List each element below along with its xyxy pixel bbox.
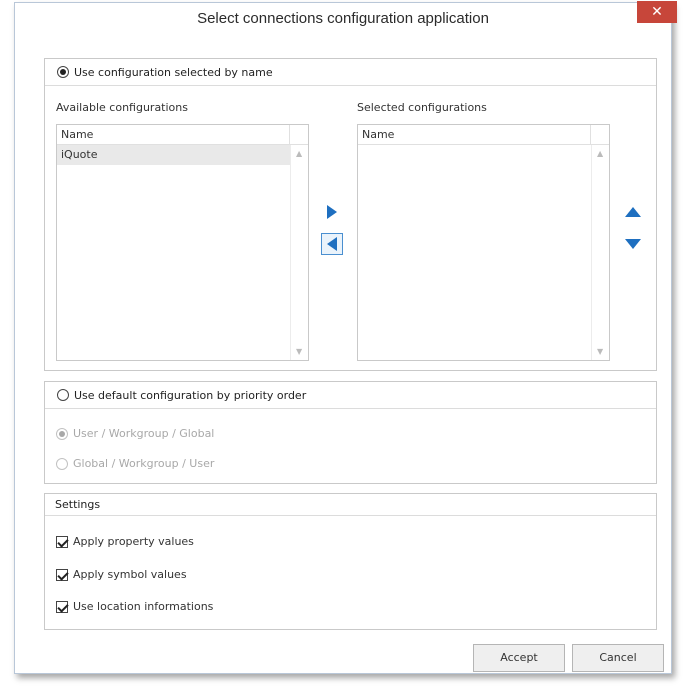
selected-scrollbar[interactable]: ▲ ▼ (591, 145, 609, 360)
selected-configurations-label: Selected configurations (357, 101, 487, 114)
apply-property-values-option[interactable]: Apply property values (56, 535, 194, 548)
apply-property-values-checkbox[interactable] (56, 535, 68, 548)
by-name-label: Use configuration selected by name (74, 65, 273, 79)
arrow-left-icon (327, 237, 337, 251)
close-button[interactable]: ✕ (637, 1, 677, 23)
priority-header: Use default configuration by priority or… (45, 382, 656, 409)
priority-option-label: User / Workgroup / Global (73, 427, 215, 440)
available-configurations-label: Available configurations (56, 101, 188, 114)
priority-label: Use default configuration by priority or… (74, 388, 307, 402)
arrow-down-icon (625, 239, 641, 249)
selected-list-header: Name (358, 125, 609, 145)
available-list-header: Name (57, 125, 308, 145)
apply-symbol-values-option[interactable]: Apply symbol values (56, 568, 187, 581)
available-name-column[interactable]: Name (57, 125, 290, 144)
by-name-group: Use configuration selected by name Avail… (44, 58, 657, 371)
priority-option-user-first[interactable]: User / Workgroup / Global (56, 427, 214, 440)
apply-symbol-values-label: Apply symbol values (73, 568, 187, 581)
scroll-down-icon[interactable]: ▼ (296, 347, 302, 356)
selected-list[interactable]: Name ▲ ▼ (357, 124, 610, 361)
by-name-header: Use configuration selected by name (45, 59, 656, 86)
accept-button[interactable]: Accept (473, 644, 565, 672)
by-name-radio[interactable] (57, 66, 69, 78)
priority-group: Use default configuration by priority or… (44, 381, 657, 484)
move-down-button[interactable] (622, 233, 644, 255)
selected-name-column[interactable]: Name (358, 125, 591, 144)
priority-radio[interactable] (57, 389, 69, 401)
priority-option-global-first[interactable]: Global / Workgroup / User (56, 457, 214, 470)
move-left-button[interactable] (321, 233, 343, 255)
settings-group: Settings Apply property values Apply sym… (44, 493, 657, 630)
use-location-informations-checkbox[interactable] (56, 600, 68, 613)
priority-option-label: Global / Workgroup / User (73, 457, 215, 470)
arrow-up-icon (625, 207, 641, 217)
arrow-right-icon (327, 205, 337, 219)
cancel-button[interactable]: Cancel (572, 644, 664, 672)
list-item[interactable]: iQuote (57, 145, 290, 165)
scroll-up-icon[interactable]: ▲ (597, 149, 603, 158)
apply-property-values-label: Apply property values (73, 535, 194, 548)
available-scrollbar[interactable]: ▲ ▼ (290, 145, 308, 360)
scroll-up-icon[interactable]: ▲ (296, 149, 302, 158)
use-location-informations-label: Use location informations (73, 600, 214, 613)
close-icon: ✕ (651, 4, 663, 20)
apply-symbol-values-checkbox[interactable] (56, 568, 68, 581)
use-location-informations-option[interactable]: Use location informations (56, 600, 213, 613)
dialog-window: Select connections configuration applica… (14, 1, 677, 674)
scroll-down-icon[interactable]: ▼ (597, 347, 603, 356)
available-list[interactable]: Name iQuote ▲ ▼ (56, 124, 309, 361)
move-up-button[interactable] (622, 201, 644, 223)
move-right-button[interactable] (321, 201, 343, 223)
settings-header: Settings (45, 494, 656, 516)
priority-option-radio[interactable] (56, 427, 68, 440)
window-title: Select connections configuration applica… (197, 10, 489, 27)
priority-option-radio[interactable] (56, 457, 68, 470)
